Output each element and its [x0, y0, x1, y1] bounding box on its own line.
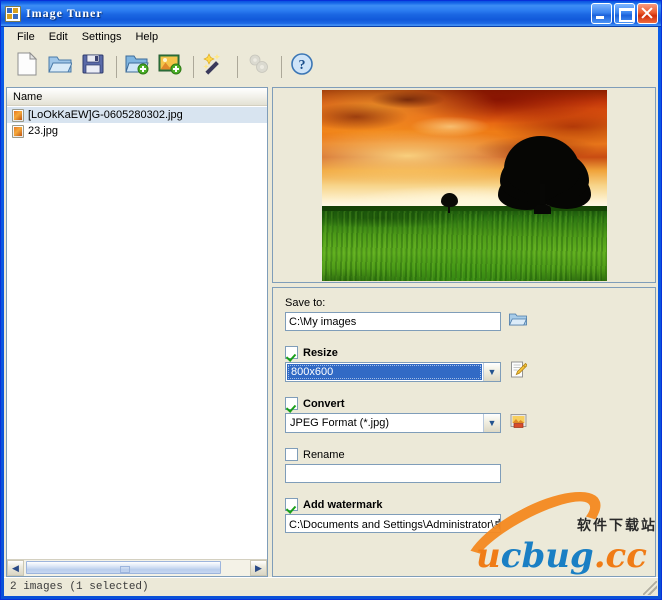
watermark-row: C:\Documents and Settings\Administrator\… [285, 514, 647, 533]
scroll-left-arrow-icon[interactable]: ◀ [7, 560, 24, 576]
resize-checkbox-row[interactable]: Resize [285, 346, 647, 359]
add-image-icon [158, 53, 182, 80]
toolbar: ? [4, 48, 658, 85]
menu-help[interactable]: Help [128, 29, 165, 46]
minimize-button[interactable] [591, 3, 612, 24]
app-icon [5, 5, 21, 22]
svg-text:?: ? [299, 58, 306, 73]
rename-label: Rename [303, 448, 345, 461]
application-window: Image Tuner File Edit Settings Help ? Na… [0, 0, 662, 600]
resize-edit-button[interactable] [508, 361, 528, 383]
browse-folder-button[interactable] [508, 312, 528, 331]
menu-bar: File Edit Settings Help [4, 27, 658, 48]
file-name: [LoOkKaEW]G-0605280302.jpg [28, 109, 183, 121]
menu-file[interactable]: File [10, 29, 42, 46]
preview-large-tree [503, 135, 580, 214]
scroll-right-arrow-icon[interactable]: ▶ [250, 560, 267, 576]
floppy-disk-icon [82, 53, 104, 80]
resize-value: 800x600 [287, 364, 482, 380]
horizontal-scrollbar[interactable]: ◀ ▶ [7, 559, 267, 576]
convert-value: JPEG Format (*.jpg) [290, 417, 390, 429]
list-item[interactable]: [LoOkKaEW]G-0605280302.jpg [7, 107, 267, 123]
jpeg-file-icon [12, 124, 24, 138]
folder-browse-icon [508, 312, 528, 332]
file-list-pane: Name [LoOkKaEW]G-0605280302.jpg 23.jpg ◀ [6, 87, 268, 577]
main-split: Name [LoOkKaEW]G-0605280302.jpg 23.jpg ◀ [4, 85, 658, 577]
add-folder-icon [125, 53, 149, 80]
convert-row: JPEG Format (*.jpg) ▼ [285, 413, 647, 433]
jpeg-file-icon [12, 108, 24, 122]
magic-wand-icon [202, 52, 226, 81]
edit-pencil-icon [510, 361, 528, 383]
image-preview [321, 89, 607, 281]
right-pane: Save to: C:\My images Resize 800x600 ▼ C… [272, 87, 656, 577]
status-bar: 2 images (1 selected) [4, 577, 658, 596]
save-to-label: Save to: [285, 297, 326, 309]
watermark-label: Add watermark [303, 498, 383, 511]
menu-edit[interactable]: Edit [42, 29, 75, 46]
toolbar-separator-1 [116, 55, 117, 78]
open-list-button[interactable] [45, 52, 75, 82]
file-list[interactable]: [LoOkKaEW]G-0605280302.jpg 23.jpg [7, 106, 267, 559]
convert-options-button[interactable] [508, 413, 528, 434]
chevron-down-icon[interactable]: ▼ [483, 414, 500, 432]
watermark-path-input[interactable]: C:\Documents and Settings\Administrator\… [285, 514, 501, 533]
list-item[interactable]: 23.jpg [7, 123, 267, 139]
process-button[interactable] [199, 52, 229, 82]
add-folder-button[interactable] [122, 52, 152, 82]
save-to-row: C:\My images [285, 312, 647, 331]
column-header-name[interactable]: Name [7, 88, 267, 106]
resize-checkbox[interactable] [285, 346, 298, 359]
scrollbar-thumb[interactable] [26, 561, 221, 574]
save-list-button[interactable] [78, 52, 108, 82]
menu-settings[interactable]: Settings [75, 29, 129, 46]
convert-label: Convert [303, 397, 345, 410]
rename-checkbox-row[interactable]: Rename [285, 448, 647, 461]
chevron-down-icon[interactable]: ▼ [483, 363, 500, 381]
resize-combobox[interactable]: 800x600 ▼ [285, 362, 501, 382]
format-options-icon [510, 413, 527, 434]
new-list-button[interactable] [12, 51, 42, 82]
file-name: 23.jpg [28, 125, 58, 137]
resize-label: Resize [303, 346, 338, 359]
question-help-icon: ? [290, 52, 314, 81]
settings-panel: Save to: C:\My images Resize 800x600 ▼ C… [272, 287, 656, 577]
preview-small-tree [441, 192, 459, 213]
convert-combobox[interactable]: JPEG Format (*.jpg) ▼ [285, 413, 501, 433]
close-button[interactable] [637, 3, 658, 24]
title-bar[interactable]: Image Tuner [1, 1, 661, 27]
maximize-button[interactable] [614, 3, 635, 24]
preview-grass-field [321, 210, 607, 281]
watermark-checkbox-row[interactable]: Add watermark [285, 498, 647, 511]
rename-input[interactable] [285, 464, 501, 483]
toolbar-separator-2 [193, 55, 194, 78]
add-images-button[interactable] [155, 52, 185, 82]
page-icon [16, 51, 38, 81]
rename-checkbox[interactable] [285, 448, 298, 461]
gears-icon [246, 52, 270, 81]
window-title: Image Tuner [26, 6, 103, 20]
rename-row [285, 464, 647, 483]
settings-button[interactable] [243, 52, 273, 82]
status-text: 2 images (1 selected) [10, 581, 149, 593]
open-folder-icon [48, 53, 73, 80]
convert-checkbox[interactable] [285, 397, 298, 410]
toolbar-separator-4 [281, 55, 282, 78]
scrollbar-track[interactable] [24, 560, 250, 576]
image-preview-panel [272, 87, 656, 283]
resize-row: 800x600 ▼ [285, 361, 647, 383]
save-to-input[interactable]: C:\My images [285, 312, 501, 331]
client-area: File Edit Settings Help ? Name [LoOkKaEW… [4, 27, 658, 596]
help-button[interactable]: ? [287, 52, 317, 82]
convert-checkbox-row[interactable]: Convert [285, 397, 647, 410]
toolbar-separator-3 [237, 55, 238, 78]
watermark-checkbox[interactable] [285, 498, 298, 511]
